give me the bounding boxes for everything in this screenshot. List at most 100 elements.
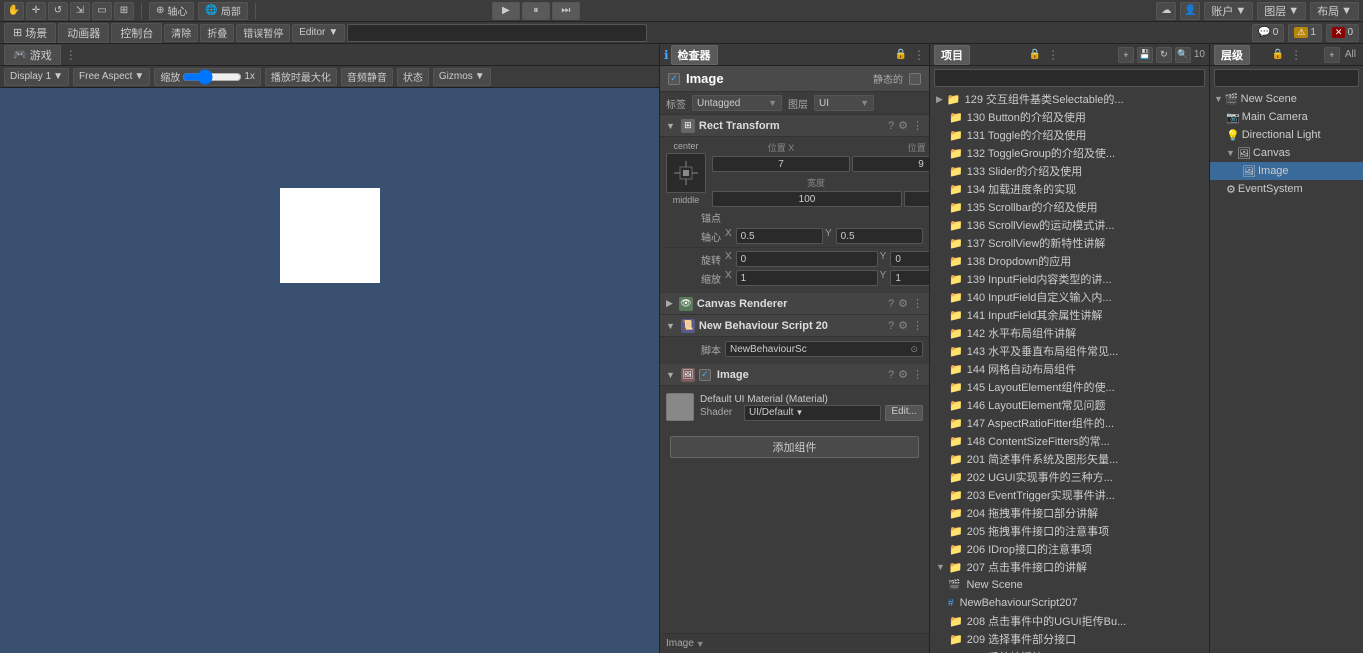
search-input[interactable] [347,24,647,42]
nbs-more-icon[interactable]: ⋮ [912,319,923,332]
mute-btn[interactable]: 音频静音 [341,68,393,86]
console-tab[interactable]: 控制台 [111,23,162,43]
game-more-icon[interactable]: ⋮ [65,48,77,62]
editor-btn[interactable]: Editor ▼ [292,24,345,42]
project-item-202[interactable]: 📁 202 UGUI实现事件的三种方... [930,468,1209,486]
pos-x-input[interactable] [712,156,850,172]
add-component-button[interactable]: 添加组件 [670,436,919,458]
rotate-tool[interactable]: ↺ [48,2,68,20]
project-tab[interactable]: 项目 [934,45,970,65]
gizmos-btn[interactable]: Gizmos ▼ [433,68,491,86]
error-pause-btn[interactable]: 错误暂停 [236,24,290,42]
inspector-more-icon[interactable]: ⋮ [913,48,925,62]
cr-more-icon[interactable]: ⋮ [912,297,923,310]
hierarchy-tab[interactable]: 层级 [1214,45,1250,65]
scale-control[interactable]: 缩放 1x [154,68,261,86]
scale-x-input[interactable] [736,270,878,286]
project-item-206[interactable]: 📁 206 IDrop接口的注意事项 [930,540,1209,558]
project-item-147[interactable]: 📁 147 AspectRatioFitter组件的... [930,414,1209,432]
project-lock-icon[interactable]: 🔒 [1029,49,1041,60]
project-item-203[interactable]: 📁 203 EventTrigger实现事件讲... [930,486,1209,504]
shader-value[interactable]: UI/Default ▼ [744,405,881,421]
error-status[interactable]: ✕ 0 [1326,24,1359,42]
img-help-icon[interactable]: ? [888,369,894,381]
cr-settings-icon[interactable]: ⚙ [898,297,908,310]
pivot-y-input[interactable] [836,228,923,244]
rect-tool[interactable]: ▭ [92,2,112,20]
rt-help-icon[interactable]: ? [888,120,894,132]
account-icon[interactable]: 👤 [1180,2,1200,20]
all-filter[interactable]: All [1342,49,1359,60]
project-item-129[interactable]: ▶ 📁 129 交互组件基类Selectable的... [930,90,1209,108]
pivot-x-input[interactable] [736,228,823,244]
img-more-icon[interactable]: ⋮ [912,368,923,381]
project-item-142[interactable]: 📁 142 水平布局组件讲解 [930,324,1209,342]
rect-transform-header[interactable]: ▼ ⊞ Rect Transform ? ⚙ ⋮ [660,115,929,137]
project-item-140[interactable]: 📁 140 InputField自定义输入内... [930,288,1209,306]
hierarchy-lock-icon[interactable]: 🔒 [1272,49,1284,60]
play-button[interactable]: ▶ [492,2,520,20]
rot-x-input[interactable] [736,251,878,267]
game-tab[interactable]: 🎮 游戏 [4,45,61,65]
scale-tool[interactable]: ⇲ [70,2,90,20]
stats-btn[interactable]: 状态 [397,68,429,86]
cr-help-icon[interactable]: ? [888,298,894,310]
project-item-209[interactable]: 📁 209 选择事件部分接口 [930,630,1209,648]
project-add-icon[interactable]: + [1118,47,1134,63]
maximize-btn[interactable]: 播放时最大化 [265,68,337,86]
project-item-137[interactable]: 📁 137 ScrollView的新特性讲解 [930,234,1209,252]
display-select[interactable]: Display 1 ▼ [4,68,69,86]
move-tool[interactable]: ✛ [26,2,46,20]
project-item-135[interactable]: 📁 135 Scrollbar的介绍及使用 [930,198,1209,216]
layer-select[interactable]: UI ▼ [814,95,874,111]
inspector-lock-icon[interactable]: 🔒 [895,49,907,60]
layers-dropdown[interactable]: 图层 ▼ [1257,2,1306,20]
inspector-tab[interactable]: 检查器 [671,45,718,65]
image-header[interactable]: ▼ 🖼 ✓ Image ? ⚙ ⋮ [660,364,929,386]
hierarchy-more-icon[interactable]: ⋮ [1290,48,1302,62]
nbs-settings-icon[interactable]: ⚙ [898,319,908,332]
aspect-select[interactable]: Free Aspect ▼ [73,68,150,86]
project-item-131[interactable]: 📁 131 Toggle的介绍及使用 [930,126,1209,144]
animator-tab[interactable]: 动画器 [58,23,109,43]
h-item-dirlight[interactable]: 💡 Directional Light [1210,126,1363,144]
project-item-205[interactable]: 📁 205 拖拽事件接口的注意事项 [930,522,1209,540]
tag-select[interactable]: Untagged ▼ [692,95,782,111]
rt-settings-icon[interactable]: ⚙ [898,119,908,132]
h-item-maincamera[interactable]: 📷 Main Camera [1210,108,1363,126]
collapse-btn[interactable]: 折叠 [200,24,234,42]
scale-y-input[interactable] [890,270,929,286]
rt-more-icon[interactable]: ⋮ [912,119,923,132]
project-item-148[interactable]: 📁 148 ContentSizeFitters的常... [930,432,1209,450]
project-item-141[interactable]: 📁 141 InputField其余属性讲解 [930,306,1209,324]
pause-button[interactable]: ⏸ [522,2,550,20]
project-item-130[interactable]: 📁 130 Button的介绍及使用 [930,108,1209,126]
canvas-renderer-header[interactable]: ▶ 👁 Canvas Renderer ? ⚙ ⋮ [660,293,929,315]
transform-tool[interactable]: ⊞ [114,2,134,20]
height-input[interactable] [904,191,929,207]
project-item-207[interactable]: ▼ 📁 207 点击事件接口的讲解 [930,558,1209,576]
project-save-icon[interactable]: 💾 [1137,47,1153,63]
project-item-143[interactable]: 📁 143 水平及垂直布局组件常见... [930,342,1209,360]
project-item-nbs207[interactable]: # NewBehaviourScript207 [930,594,1209,612]
pos-y-input[interactable] [852,156,929,172]
project-search-icon2[interactable]: 🔍 [1175,47,1191,63]
warn-status[interactable]: ⚠ 1 [1288,24,1322,42]
static-checkbox[interactable] [909,73,921,85]
width-input[interactable] [712,191,902,207]
scene-tab[interactable]: ⊞ 场景 [4,23,56,43]
project-more-icon[interactable]: ⋮ [1047,48,1059,62]
project-item-145[interactable]: 📁 145 LayoutElement组件的使... [930,378,1209,396]
edit-button[interactable]: Edit... [885,405,923,421]
step-button[interactable]: ⏭ [552,2,580,20]
nbs-help-icon[interactable]: ? [888,320,894,332]
project-item-136[interactable]: 📁 136 ScrollView的运动模式讲... [930,216,1209,234]
project-refresh-icon[interactable]: ↻ [1156,47,1172,63]
project-item-204[interactable]: 📁 204 拖拽事件接口部分讲解 [930,504,1209,522]
project-item-138[interactable]: 📁 138 Dropdown的应用 [930,252,1209,270]
project-item-201[interactable]: 📁 201 简述事件系统及图形矢量... [930,450,1209,468]
layout-dropdown[interactable]: 布局 ▼ [1310,2,1359,20]
nbs-header[interactable]: ▼ 📜 New Behaviour Script 20 ? ⚙ ⋮ [660,315,929,337]
pivot-btn[interactable]: ⊕ 轴心 [149,2,194,20]
project-item-newscene[interactable]: 🎬 New Scene [930,576,1209,594]
